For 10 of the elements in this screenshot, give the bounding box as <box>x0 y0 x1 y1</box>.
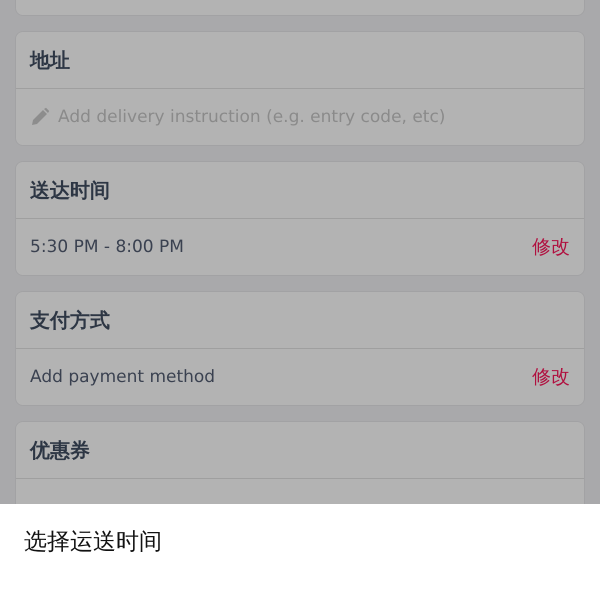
section-title: 送达时间 <box>30 176 110 204</box>
section-title: 支付方式 <box>30 306 110 334</box>
section-value: Add payment method <box>30 367 216 387</box>
edit-link[interactable]: 修改 <box>532 234 570 260</box>
section-title: 地址 <box>30 46 70 74</box>
section-value: 5:30 PM - 8:00 PM <box>30 237 185 257</box>
edit-link[interactable]: 修改 <box>532 364 570 390</box>
section-title: 优惠券 <box>30 436 90 464</box>
pencil-icon <box>30 107 50 127</box>
sheet-title: 选择运送时间 <box>24 529 162 555</box>
